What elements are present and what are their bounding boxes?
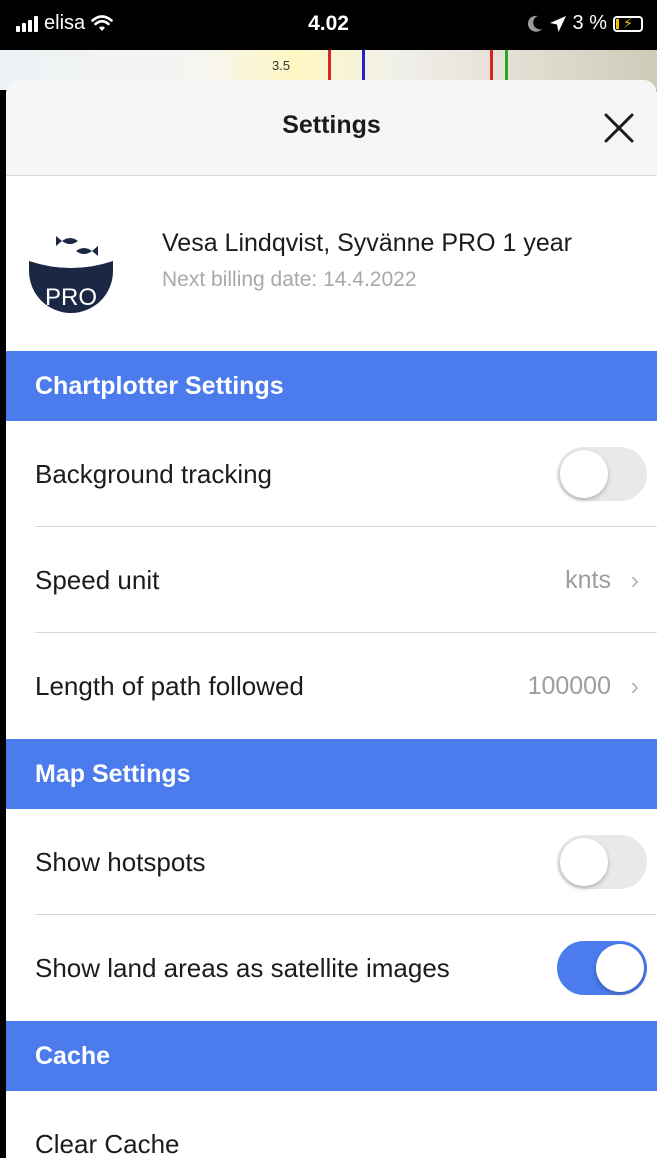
chevron-right-icon: › — [630, 565, 639, 595]
section-header-cache: Cache — [6, 1021, 657, 1091]
sheet-header: Settings — [6, 80, 657, 176]
profile-card: PRO Vesa Lindqvist, Syvänne PRO 1 year N… — [6, 176, 657, 351]
setting-path-length[interactable]: Length of path followed 100000 › — [6, 633, 657, 739]
setting-value: 100000 — [527, 672, 611, 700]
setting-clear-cache[interactable]: Clear Cache — [6, 1091, 657, 1158]
satellite-land-toggle[interactable] — [557, 941, 647, 995]
battery-percent: 3 % — [572, 12, 607, 34]
moon-icon — [527, 15, 542, 32]
clear-cache-button[interactable]: Clear Cache — [35, 1091, 180, 1158]
battery-charging-icon: ⚡ — [613, 15, 643, 32]
setting-label: Length of path followed — [35, 671, 304, 701]
settings-sheet: Settings PRO Vesa Lindqvist, Syvänne PRO… — [6, 80, 657, 1158]
profile-name: Vesa Lindqvist, Syvänne PRO 1 year — [162, 229, 572, 257]
setting-label: Show land areas as satellite images — [35, 953, 450, 983]
pro-logo-text: PRO — [45, 284, 97, 311]
setting-background-tracking[interactable]: Background tracking — [6, 421, 657, 527]
setting-label: Show hotspots — [35, 847, 206, 877]
setting-label: Speed unit — [35, 565, 160, 595]
section-header-map: Map Settings — [6, 739, 657, 809]
setting-satellite-land[interactable]: Show land areas as satellite images — [6, 915, 657, 1021]
toggle-knob — [596, 944, 644, 992]
status-bar: elisa 4.02 3 % ⚡ — [0, 0, 657, 50]
pro-logo: PRO — [29, 236, 113, 313]
location-arrow-icon — [549, 15, 566, 32]
setting-show-hotspots[interactable]: Show hotspots — [6, 809, 657, 915]
section-header-chartplotter: Chartplotter Settings — [6, 351, 657, 421]
background-tracking-toggle[interactable] — [557, 447, 647, 501]
chevron-right-icon: › — [630, 671, 639, 701]
setting-value: knts — [565, 566, 611, 594]
map-depth-label: 3.5 — [272, 58, 291, 73]
billing-date: Next billing date: 14.4.2022 — [162, 268, 417, 291]
close-icon[interactable] — [599, 108, 639, 148]
setting-speed-unit[interactable]: Speed unit knts › — [6, 527, 657, 633]
status-right: 3 % ⚡ — [527, 12, 643, 35]
page-title: Settings — [282, 111, 381, 139]
show-hotspots-toggle[interactable] — [557, 835, 647, 889]
setting-label: Background tracking — [35, 459, 273, 489]
toggle-knob — [560, 450, 608, 498]
toggle-knob — [560, 838, 608, 886]
